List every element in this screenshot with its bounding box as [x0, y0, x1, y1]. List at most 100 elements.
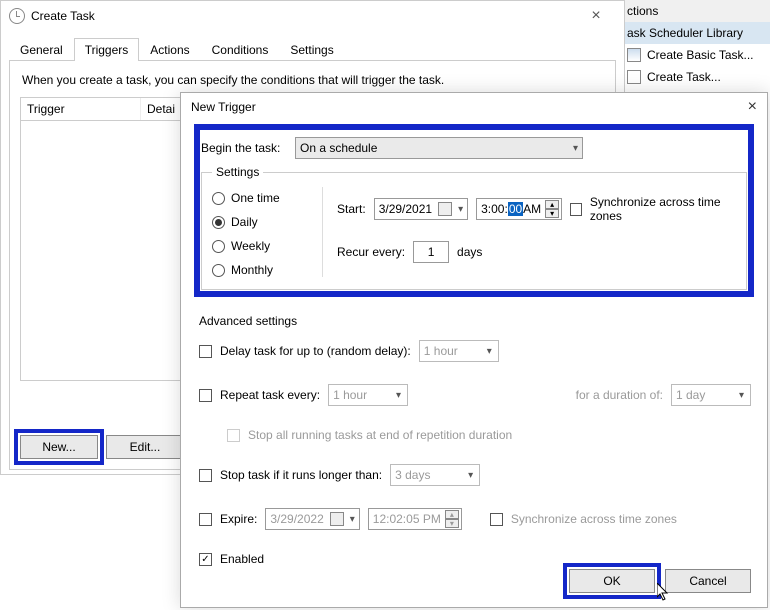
wizard-icon	[627, 48, 641, 62]
chevron-down-icon: ▾	[350, 514, 355, 525]
time-ampm: AM	[523, 202, 541, 216]
dialog-titlebar: New Trigger ×	[181, 93, 767, 121]
cancel-button[interactable]: Cancel	[665, 569, 751, 593]
begin-task-value: On a schedule	[300, 141, 377, 155]
actions-item-create-basic[interactable]: Create Basic Task...	[621, 44, 770, 66]
button-row: New... Edit...	[20, 435, 184, 459]
divider	[322, 187, 323, 277]
sync-tz-label: Synchronize across time zones	[590, 195, 736, 223]
chevron-down-icon: ▾	[468, 470, 473, 481]
repeat-checkbox[interactable]	[199, 389, 212, 402]
chevron-down-icon: ▾	[396, 390, 401, 401]
time-spinner[interactable]: ▴▾	[545, 200, 559, 218]
advanced-settings: Delay task for up to (random delay): 1 h…	[197, 334, 751, 572]
expire-label: Expire:	[220, 512, 257, 526]
time-minutes-selected: 00	[508, 202, 523, 216]
radio-label: One time	[231, 191, 280, 205]
frequency-radios: One time Daily Weekly Monthly	[212, 187, 308, 277]
radio-monthly[interactable]: Monthly	[212, 263, 308, 277]
spinner-down-icon: ▾	[545, 209, 559, 218]
panel-description: When you create a task, you can specify …	[22, 73, 605, 87]
repeat-select[interactable]: 1 hour ▾	[328, 384, 408, 406]
expire-time-field[interactable]: 12:02:05 PM ▴▾	[368, 508, 462, 530]
radio-label: Monthly	[231, 263, 273, 277]
recur-unit: days	[457, 245, 482, 259]
repeat-label: Repeat task every:	[220, 388, 320, 402]
recur-value-input[interactable]	[413, 241, 449, 263]
enabled-checkbox[interactable]	[199, 553, 212, 566]
expire-checkbox[interactable]	[199, 513, 212, 526]
chevron-down-icon[interactable]: ▾	[458, 204, 463, 215]
delay-select[interactable]: 1 hour ▾	[419, 340, 499, 362]
time-hours: 3:00:	[481, 202, 508, 216]
tab-actions[interactable]: Actions	[139, 38, 200, 61]
dialog-close-button[interactable]: ×	[748, 98, 757, 116]
stop-if-select[interactable]: 3 days ▾	[390, 464, 480, 486]
tab-conditions[interactable]: Conditions	[201, 38, 280, 61]
delay-label: Delay task for up to (random delay):	[220, 344, 411, 358]
chevron-down-icon: ▾	[573, 143, 578, 154]
actions-item-create-task[interactable]: Create Task...	[621, 66, 770, 88]
delay-checkbox[interactable]	[199, 345, 212, 358]
expire-date-field[interactable]: 3/29/2022 ▾	[265, 508, 359, 530]
stop-all-label: Stop all running tasks at end of repetit…	[248, 428, 512, 442]
start-date-value: 3/29/2021	[379, 202, 432, 216]
window-title: Create Task	[31, 9, 95, 23]
begin-task-select[interactable]: On a schedule ▾	[295, 137, 583, 159]
chevron-down-icon: ▾	[487, 346, 492, 357]
recur-label: Recur every:	[337, 245, 405, 259]
tab-triggers[interactable]: Triggers	[74, 38, 140, 61]
select-value: 3 days	[395, 468, 430, 482]
settings-fieldset: Settings One time Daily Weekly Monthly S…	[201, 165, 747, 290]
edit-button[interactable]: Edit...	[106, 435, 184, 459]
start-label: Start:	[337, 202, 366, 216]
sync-tz-checkbox[interactable]	[570, 203, 582, 216]
col-trigger[interactable]: Trigger	[21, 98, 141, 120]
clock-icon	[9, 8, 25, 24]
spinner-up-icon: ▴	[545, 200, 559, 209]
radio-onetime[interactable]: One time	[212, 191, 308, 205]
task-icon	[627, 70, 641, 84]
ok-button[interactable]: OK	[569, 569, 655, 593]
stop-if-label: Stop task if it runs longer than:	[220, 468, 382, 482]
cursor-icon	[657, 583, 669, 601]
calendar-icon[interactable]	[438, 202, 452, 216]
actions-subheader[interactable]: ask Scheduler Library	[621, 22, 770, 44]
select-value: 1 hour	[424, 344, 458, 358]
expire-time-value: 12:02:05 PM	[373, 512, 441, 526]
actions-header: ctions	[621, 0, 770, 22]
tab-general[interactable]: General	[9, 38, 74, 61]
sync-tz2-checkbox	[490, 513, 503, 526]
titlebar: Create Task ×	[1, 1, 624, 31]
sync-tz2-label: Synchronize across time zones	[511, 512, 677, 526]
tabs: General Triggers Actions Conditions Sett…	[9, 37, 616, 60]
highlighted-schedule-area: Begin the task: On a schedule ▾ Settings…	[197, 127, 751, 294]
select-value: 1 day	[676, 388, 705, 402]
enabled-label: Enabled	[220, 552, 264, 566]
duration-select[interactable]: 1 day ▾	[671, 384, 751, 406]
close-button[interactable]: ×	[576, 7, 616, 25]
radio-label: Weekly	[231, 239, 270, 253]
dialog-body: Begin the task: On a schedule ▾ Settings…	[181, 121, 767, 572]
actions-item-label: Create Basic Task...	[647, 48, 754, 62]
radio-weekly[interactable]: Weekly	[212, 239, 308, 253]
duration-label: for a duration of:	[576, 388, 663, 402]
actions-pane: ctions ask Scheduler Library Create Basi…	[620, 0, 770, 95]
begin-task-row: Begin the task: On a schedule ▾	[201, 137, 747, 159]
tab-settings[interactable]: Settings	[279, 38, 344, 61]
start-time-field[interactable]: 3:00:00 AM ▴▾	[476, 198, 562, 220]
dialog-buttons: OK Cancel	[569, 569, 751, 593]
calendar-icon	[330, 512, 344, 526]
expire-date-value: 3/29/2022	[270, 512, 323, 526]
new-trigger-dialog: New Trigger × Begin the task: On a sched…	[180, 92, 768, 608]
begin-task-label: Begin the task:	[201, 141, 287, 155]
dialog-title: New Trigger	[191, 100, 256, 114]
radio-daily[interactable]: Daily	[212, 215, 308, 229]
advanced-header: Advanced settings	[199, 314, 751, 328]
new-button[interactable]: New...	[20, 435, 98, 459]
stop-all-checkbox	[227, 429, 240, 442]
select-value: 1 hour	[333, 388, 367, 402]
stop-if-checkbox[interactable]	[199, 469, 212, 482]
chevron-down-icon: ▾	[739, 390, 744, 401]
start-date-field[interactable]: 3/29/2021 ▾	[374, 198, 468, 220]
